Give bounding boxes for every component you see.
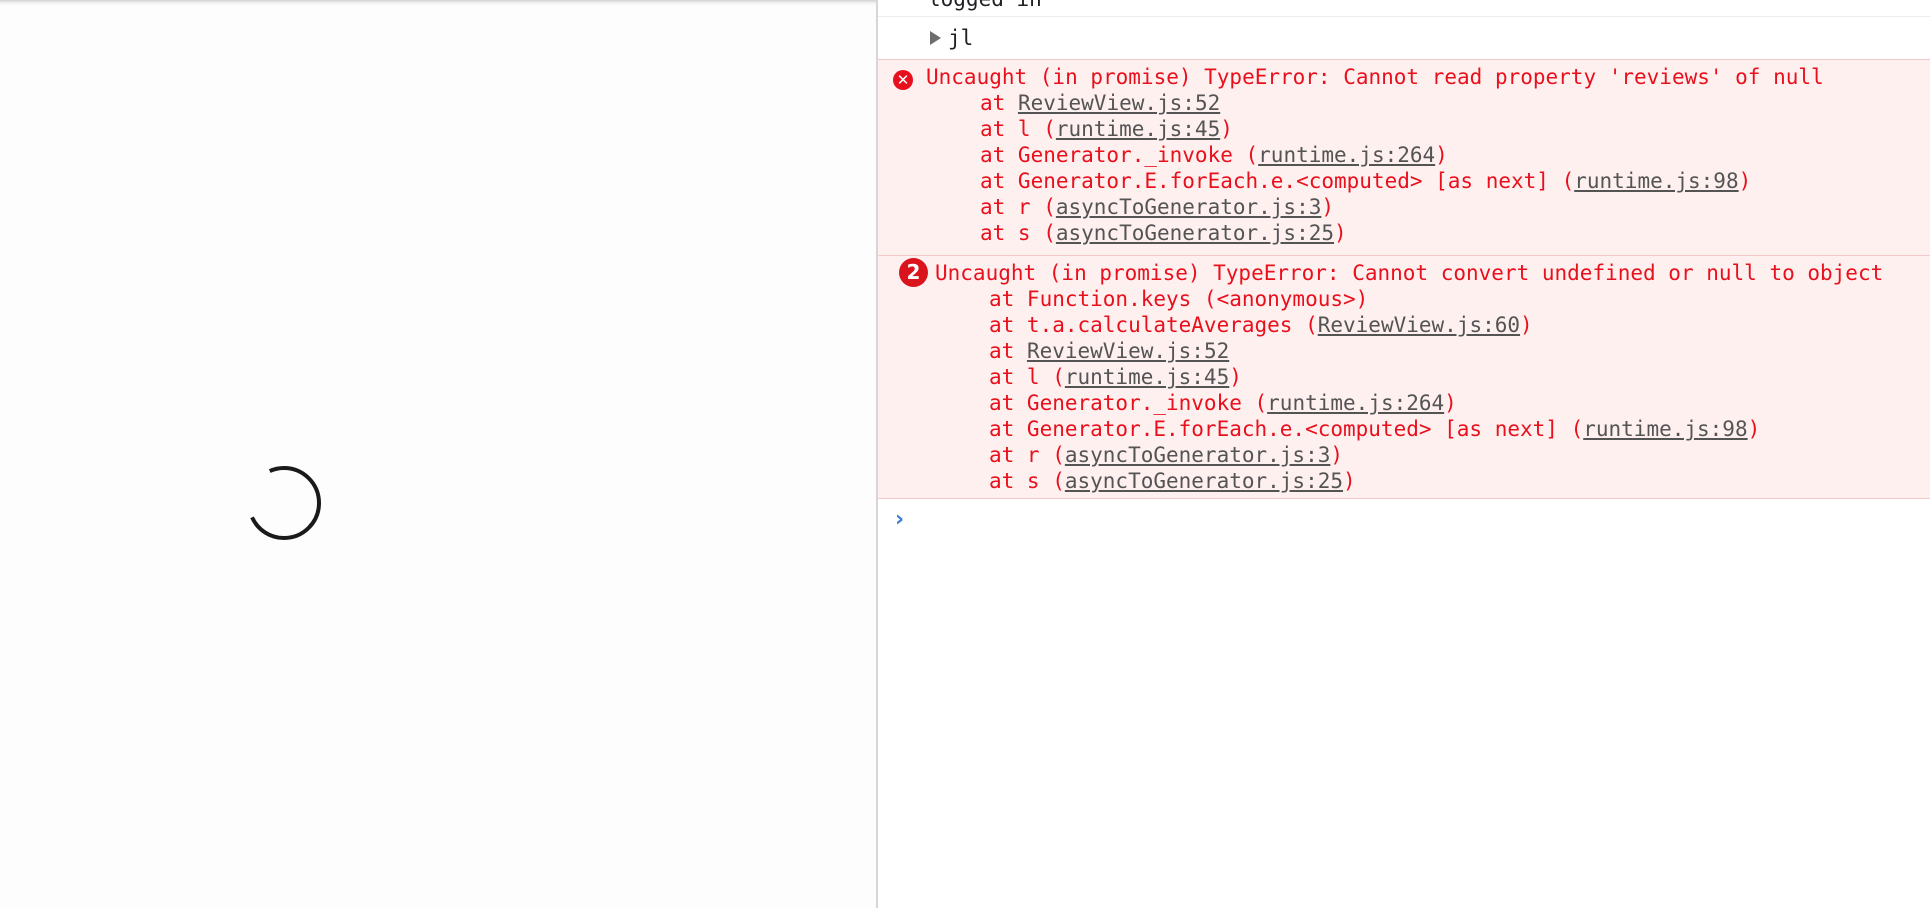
repeat-count-badge: 2 (899, 258, 928, 287)
source-link[interactable]: asyncToGenerator.js:3 (1065, 443, 1331, 467)
stack-frame-text: at t.a.calculateAverages ( (989, 313, 1318, 337)
stack-frame-text: at l ( (980, 117, 1056, 141)
source-link[interactable]: runtime.js:98 (1574, 169, 1738, 193)
stack-frame-text: at l ( (989, 365, 1065, 389)
source-link[interactable]: runtime.js:264 (1258, 143, 1435, 167)
source-link[interactable]: runtime.js:45 (1056, 117, 1220, 141)
stack-frame-text: ) (1444, 391, 1457, 415)
source-link[interactable]: asyncToGenerator.js:25 (1056, 221, 1334, 245)
stack-frame-line: at Function.keys (<anonymous>) (989, 286, 1368, 312)
stack-frame-text: at r ( (989, 443, 1065, 467)
stack-frame-line: at Generator._invoke (runtime.js:264) (989, 390, 1457, 416)
stack-frame-text: ) (1330, 443, 1344, 467)
stack-frame-text: ) (1435, 143, 1448, 167)
error-message-text: Uncaught (in promise) TypeError: Cannot … (926, 65, 1824, 89)
stack-frame-line: at ReviewView.js:52 (980, 90, 1220, 116)
source-link[interactable]: runtime.js:264 (1267, 391, 1444, 415)
source-link[interactable]: asyncToGenerator.js:3 (1056, 195, 1322, 219)
console-error-message: 2 Uncaught (in promise) TypeError: Canno… (878, 256, 1930, 499)
console-object-label: jl (948, 26, 974, 50)
stack-frame-text: ) (1334, 221, 1347, 245)
stack-frame-text: ) (1229, 365, 1242, 389)
console-log-text: logged in (928, 0, 1042, 11)
console-prompt[interactable]: › (878, 499, 1930, 543)
source-link[interactable]: asyncToGenerator.js:25 (1065, 469, 1343, 493)
stack-frame-text: ) (1747, 417, 1761, 441)
stack-frame-line: at s (asyncToGenerator.js:25) (989, 468, 1356, 494)
console-error-message: ✕ Uncaught (in promise) TypeError: Canno… (878, 60, 1930, 256)
stack-frame-text: at (989, 339, 1027, 363)
stack-frame-text: ) (1738, 169, 1752, 193)
source-link[interactable]: ReviewView.js:52 (1027, 339, 1229, 363)
stack-frame-text: at r ( (980, 195, 1056, 219)
stack-frame-text: ) (1520, 313, 1533, 337)
devtools-console: logged in jl ✕ Uncaught (in promise) Typ… (876, 0, 1930, 908)
stack-frame-line: at r (asyncToGenerator.js:3) (980, 194, 1334, 220)
stack-frame-text: ) (1343, 469, 1356, 493)
error-circle-icon: ✕ (893, 70, 913, 90)
stack-frame-line: at t.a.calculateAverages (ReviewView.js:… (989, 312, 1533, 338)
stack-frame-text: at (980, 91, 1018, 115)
console-object-row[interactable]: jl (878, 17, 1930, 60)
source-link[interactable]: runtime.js:45 (1065, 365, 1229, 389)
page-viewport (0, 0, 876, 908)
console-input[interactable] (922, 505, 1916, 537)
stack-frame-line: at s (asyncToGenerator.js:25) (980, 220, 1347, 246)
stack-frame-text: ) (1321, 195, 1335, 219)
stack-frame-line: at ReviewView.js:52 (989, 338, 1229, 364)
stack-frame-line: at l (runtime.js:45) (980, 116, 1233, 142)
source-link[interactable]: ReviewView.js:52 (1018, 91, 1220, 115)
loading-spinner-icon (247, 466, 321, 540)
console-log-row: logged in (878, 0, 1930, 17)
stack-frame-line: at Generator.E.forEach.e.<computed> [as … (980, 168, 1751, 194)
stack-frame-line: at Generator.E.forEach.e.<computed> [as … (989, 416, 1760, 442)
prompt-chevron-icon: › (895, 507, 905, 532)
stack-frame-line: at Generator._invoke (runtime.js:264) (980, 142, 1448, 168)
stack-frame-text: at Generator.E.forEach.e.<computed> [as … (989, 417, 1584, 441)
stack-frame-line: at l (runtime.js:45) (989, 364, 1242, 390)
stack-frame-text: at Function.keys (<anonymous>) (989, 287, 1369, 311)
source-link[interactable]: ReviewView.js:60 (1318, 313, 1520, 337)
stack-frame-text: at Generator._invoke ( (980, 143, 1259, 167)
error-message-text: Uncaught (in promise) TypeError: Cannot … (935, 261, 1884, 285)
stack-frame-text: ) (1220, 117, 1233, 141)
source-link[interactable]: runtime.js:98 (1583, 417, 1747, 441)
stack-frame-text: at s ( (989, 469, 1065, 493)
stack-frame-line: at r (asyncToGenerator.js:3) (989, 442, 1343, 468)
expand-triangle-icon[interactable] (930, 31, 941, 45)
stack-frame-text: at s ( (980, 221, 1056, 245)
stack-frame-text: at Generator._invoke ( (989, 391, 1268, 415)
stack-frame-text: at Generator.E.forEach.e.<computed> [as … (980, 169, 1575, 193)
